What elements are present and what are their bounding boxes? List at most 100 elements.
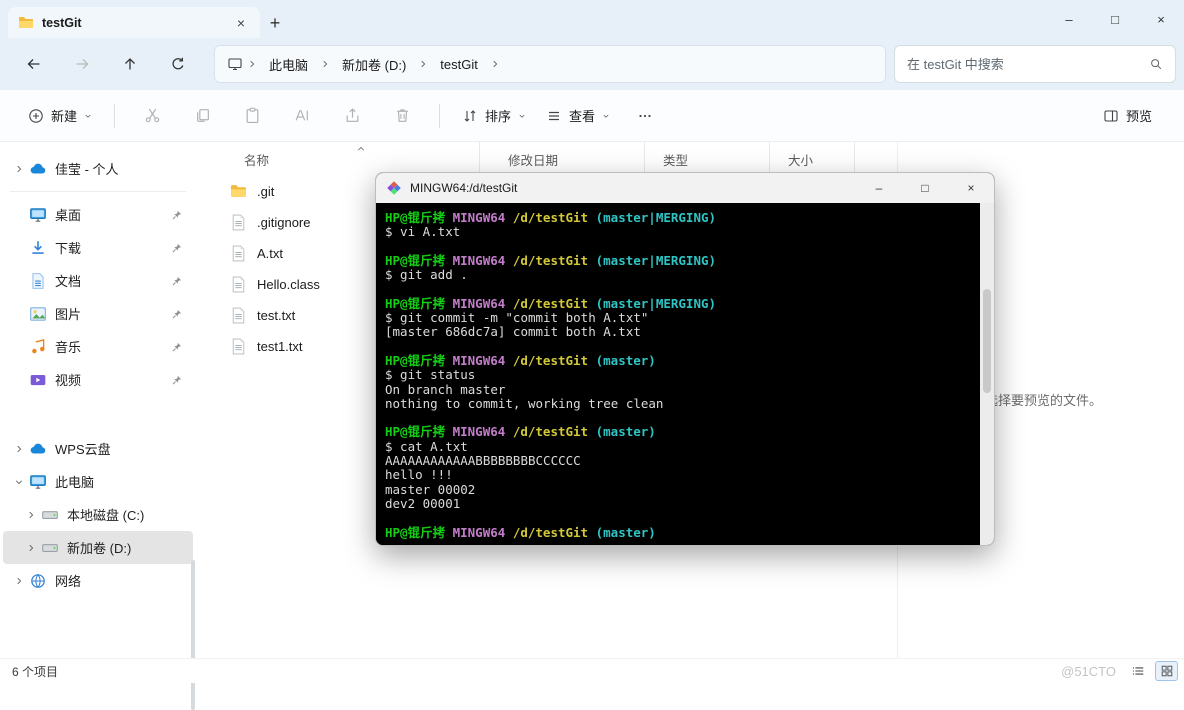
details-view-button[interactable] — [1126, 661, 1149, 681]
large-icons-view-button[interactable] — [1155, 661, 1178, 681]
window-maximize-button[interactable]: □ — [1092, 0, 1138, 38]
column-label: 名称 — [244, 153, 270, 168]
chevron-down-icon — [84, 112, 92, 120]
sort-label: 排序 — [485, 109, 512, 124]
copy-button[interactable] — [182, 99, 222, 133]
new-button[interactable]: 新建 — [18, 99, 102, 133]
tab-testgit[interactable]: testGit × — [8, 7, 260, 38]
terminal-scrollbar[interactable] — [980, 203, 994, 545]
terminal-title-bar[interactable]: MINGW64:/d/testGit – □ × — [376, 173, 994, 203]
file-name: test1.txt — [257, 339, 303, 354]
up-button[interactable] — [112, 46, 148, 82]
view-button[interactable]: 查看 — [536, 99, 620, 133]
desktop-icon — [29, 206, 47, 224]
sidebar-item-label: 网络 — [55, 574, 82, 589]
terminal-line: $ git commit -m "commit both A.txt" — [385, 310, 649, 326]
file-icon — [230, 307, 247, 324]
sidebar-item-pictures[interactable]: 图片 — [3, 297, 193, 330]
sidebar-item-videos[interactable]: 视频 — [3, 363, 193, 396]
search-input[interactable] — [907, 56, 1149, 72]
sidebar-item-this-pc[interactable]: 此电脑 — [3, 465, 193, 498]
terminal-line: dev2 00001 — [385, 495, 461, 511]
sidebar-item-network[interactable]: 网络 — [3, 564, 193, 597]
breadcrumb-testgit[interactable]: testGit — [432, 53, 486, 76]
file-name: Hello.class — [257, 277, 320, 292]
sidebar-item-profile[interactable]: 佳莹 - 个人 — [3, 152, 193, 185]
delete-button[interactable] — [382, 99, 422, 133]
cut-icon — [144, 107, 161, 124]
column-header-size[interactable]: 大小 — [770, 142, 855, 176]
terminal-scrollbar-thumb[interactable] — [983, 289, 991, 393]
window-close-button[interactable]: × — [1138, 0, 1184, 38]
sidebar-item-desktop[interactable]: 桌面 — [3, 198, 193, 231]
rename-button[interactable] — [282, 99, 322, 133]
terminal-line: hello !!! — [385, 467, 453, 483]
terminal-line: master 00002 — [385, 481, 476, 497]
sort-ascending-icon — [356, 144, 366, 154]
column-label: 修改日期 — [508, 153, 559, 168]
new-tab-button[interactable]: + — [260, 8, 290, 38]
new-label: 新建 — [51, 109, 78, 124]
paste-button[interactable] — [232, 99, 272, 133]
sidebar-item-drive-c[interactable]: 本地磁盘 (C:) — [3, 498, 193, 531]
refresh-button[interactable] — [160, 46, 196, 82]
sidebar-scrollbar[interactable] — [191, 560, 195, 710]
tab-close-icon[interactable]: × — [232, 14, 250, 32]
sidebar-item-label: 下载 — [55, 241, 82, 256]
terminal-close-button[interactable]: × — [948, 173, 994, 203]
breadcrumb-this-pc[interactable]: 此电脑 — [261, 51, 316, 78]
items-count: 6 个项目 — [12, 664, 59, 679]
grid-view-icon — [1160, 664, 1174, 678]
copy-icon — [194, 107, 211, 124]
column-header-type[interactable]: 类型 — [645, 142, 770, 176]
sidebar-divider — [10, 191, 186, 192]
sidebar: 佳莹 - 个人 桌面 下载 文档 图片 音乐 视频 WPS云盘 此电脑 本地磁盘… — [0, 142, 196, 658]
back-button[interactable] — [16, 46, 52, 82]
terminal-line: HP@锟斤拷 MINGW64 /d/testGit (master|MERGIN… — [385, 252, 717, 268]
terminal-title: MINGW64:/d/testGit — [410, 181, 518, 195]
more-button[interactable] — [625, 99, 665, 133]
terminal-minimize-button[interactable]: – — [856, 173, 902, 203]
cut-button[interactable] — [132, 99, 172, 133]
terminal-maximize-button[interactable]: □ — [902, 173, 948, 203]
music-icon — [29, 338, 47, 356]
pin-icon — [171, 374, 183, 386]
more-icon — [637, 108, 653, 124]
terminal-line: HP@锟斤拷 MINGW64 /d/testGit (master) — [385, 352, 656, 368]
chevron-right-icon — [320, 59, 330, 69]
sidebar-item-drive-d[interactable]: 新加卷 (D:) — [3, 531, 193, 564]
file-explorer-window: testGit × + – □ × 此电脑 新加卷 (D:) testGit 在… — [0, 0, 1184, 710]
sidebar-item-music[interactable]: 音乐 — [3, 330, 193, 363]
terminal-window[interactable]: MINGW64:/d/testGit – □ × HP@锟斤拷 MINGW64 … — [375, 172, 995, 546]
breadcrumb-drive-d[interactable]: 新加卷 (D:) — [334, 51, 414, 78]
sidebar-item-label: WPS云盘 — [55, 442, 111, 457]
sidebar-item-downloads[interactable]: 下载 — [3, 231, 193, 264]
pin-icon — [171, 209, 183, 221]
sidebar-item-label: 图片 — [55, 307, 82, 322]
share-button[interactable] — [332, 99, 372, 133]
terminal-line: HP@锟斤拷 MINGW64 /d/testGit (master|MERGIN… — [385, 210, 717, 225]
terminal-line: HP@锟斤拷 MINGW64 /d/testGit (master) — [385, 424, 656, 440]
file-name: .git — [257, 184, 275, 199]
sort-button[interactable]: 排序 — [452, 99, 536, 133]
sidebar-item-documents[interactable]: 文档 — [3, 264, 193, 297]
file-icon — [230, 276, 247, 293]
terminal-window-controls: – □ × — [856, 173, 994, 203]
terminal-line: HP@锟斤拷 MINGW64 /d/testGit (master|MERGIN… — [385, 295, 717, 311]
preview-button[interactable]: 预览 — [1093, 99, 1162, 133]
terminal-output[interactable]: HP@锟斤拷 MINGW64 /d/testGit (master|MERGIN… — [376, 203, 980, 545]
tab-title: testGit — [42, 15, 82, 30]
window-minimize-button[interactable]: – — [1046, 0, 1092, 38]
file-name: A.txt — [257, 246, 284, 261]
forward-button[interactable] — [64, 46, 100, 82]
sidebar-item-wps-cloud[interactable]: WPS云盘 — [3, 432, 193, 465]
sidebar-item-label: 本地磁盘 (C:) — [67, 508, 145, 523]
document-icon — [29, 272, 47, 290]
column-header-name[interactable]: 名称 — [226, 142, 480, 176]
view-icon — [546, 108, 562, 124]
column-header-date-modified[interactable]: 修改日期 — [480, 142, 645, 176]
paste-icon — [244, 107, 261, 124]
toolbar-separator — [439, 103, 441, 128]
